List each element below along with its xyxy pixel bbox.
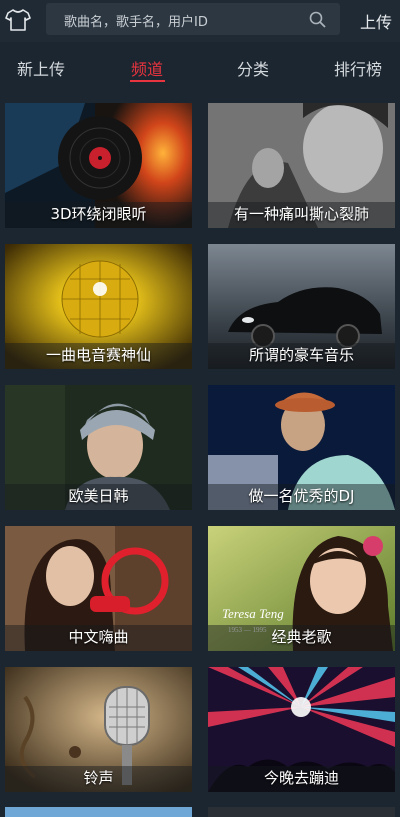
teresa-name-text: Teresa Teng	[222, 606, 284, 621]
tab-categories[interactable]: 分类	[237, 56, 269, 80]
channel-card-western[interactable]: 欧美日韩	[5, 385, 192, 510]
next-row-card-peek	[5, 807, 192, 817]
active-tab-indicator	[130, 80, 165, 82]
channel-label: 所谓的豪车音乐	[248, 346, 354, 364]
channel-card-heartbreak[interactable]: 有一种痛叫撕心裂肺	[208, 103, 395, 228]
channel-card-3d[interactable]: 3D环绕闭眼听	[5, 103, 192, 228]
search-input[interactable]: 歌曲名，歌手名，用户ID	[64, 11, 208, 30]
next-row-card-peek	[208, 807, 395, 817]
channel-card-dj[interactable]: 做一名优秀的DJ	[208, 385, 395, 510]
tab-new-uploads[interactable]: 新上传	[17, 56, 65, 80]
channel-card-luxury-car[interactable]: 所谓的豪车音乐	[208, 244, 395, 369]
tshirt-icon[interactable]	[5, 8, 31, 32]
channel-card-clubbing[interactable]: 今晚去蹦迪	[208, 667, 395, 792]
channel-label: 欧美日韩	[68, 487, 129, 505]
tab-bar: 新上传 频道 分类 排行榜	[0, 48, 400, 88]
tab-rankings[interactable]: 排行榜	[334, 56, 382, 80]
search-icon[interactable]	[309, 11, 326, 28]
upload-button[interactable]: 上传	[360, 9, 392, 33]
channel-label: 经典老歌	[271, 628, 332, 646]
channel-label: 有一种痛叫撕心裂肺	[233, 205, 369, 223]
channel-label: 中文嗨曲	[68, 628, 129, 646]
tab-channels[interactable]: 频道	[131, 56, 163, 80]
channel-label: 铃声	[83, 769, 114, 787]
channel-card-ringtones[interactable]: 铃声	[5, 667, 192, 792]
channel-card-edm[interactable]: 一曲电音赛神仙	[5, 244, 192, 369]
search-bar[interactable]: 歌曲名，歌手名，用户ID	[46, 3, 340, 35]
channel-label: 3D环绕闭眼听	[50, 205, 147, 223]
top-bar: 歌曲名，歌手名，用户ID 上传	[0, 0, 400, 42]
channel-label: 一曲电音赛神仙	[45, 346, 151, 364]
channel-card-classics[interactable]: Teresa Teng 1953 — 1995 经典老歌	[208, 526, 395, 651]
channel-label: 今晚去蹦迪	[263, 769, 339, 787]
channel-label: 做一名优秀的DJ	[248, 487, 355, 505]
channel-card-chinese-hits[interactable]: 中文嗨曲	[5, 526, 192, 651]
